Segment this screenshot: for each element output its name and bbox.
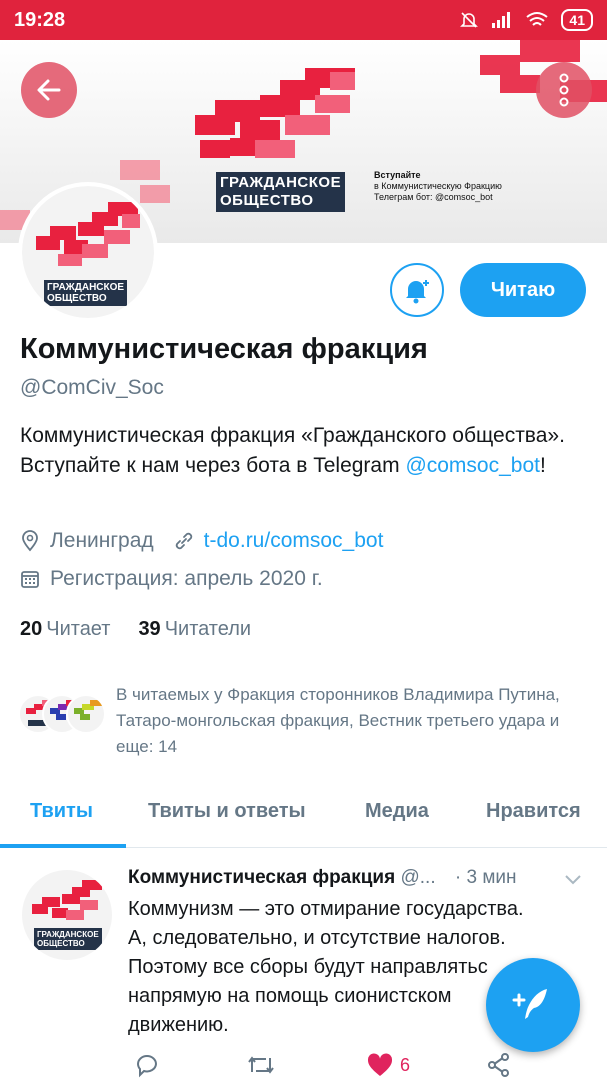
more-options-button[interactable]	[536, 62, 592, 118]
avatar-logo: ГРАЖДАНСКОЕ ОБЩЕСТВО	[44, 280, 128, 306]
tweet-author[interactable]: Коммунистическая фракция	[128, 867, 395, 888]
profile-meta-joined-row: Регистрация: апрель 2020 г.	[20, 567, 323, 591]
profile-stats: 20 Читает 39 Читатели	[20, 618, 251, 641]
bio-end: !	[539, 454, 546, 477]
status-time: 19:28	[14, 9, 66, 31]
followed-by-text: В читаемых у Фракция сторонников Владими…	[116, 685, 560, 756]
bio-link[interactable]: @comsoc_bot	[405, 454, 540, 477]
status-icons: 41	[459, 9, 593, 31]
followers-count: 39	[138, 618, 161, 640]
tab-likes[interactable]: Нравится	[486, 800, 581, 823]
following-stat[interactable]: 20 Читает	[20, 618, 110, 641]
avatar-logo-line1: ГРАЖДАНСКОЕ	[47, 282, 125, 293]
banner-note-line3: Телеграм бот: @comsoc_bot	[374, 192, 493, 202]
compose-feather-icon	[512, 989, 547, 1019]
arrow-left-icon	[37, 79, 61, 101]
followers-stat[interactable]: 39 Читатели	[138, 618, 251, 641]
tab-tweets-replies[interactable]: Твиты и ответы	[148, 800, 306, 823]
tweet-menu-button[interactable]	[562, 868, 584, 895]
reply-icon	[136, 1055, 158, 1078]
signal-icon	[492, 12, 511, 28]
battery-indicator: 41	[561, 9, 593, 31]
banner-logo-line1: ГРАЖДАНСКОЕ	[220, 174, 342, 191]
status-bar: 19:28 41	[0, 0, 607, 40]
more-vertical-icon	[559, 73, 569, 107]
profile-name: Коммунистическая фракция	[20, 333, 428, 365]
banner-note: Вступайте в Коммунистическую Фракцию Тел…	[374, 170, 502, 203]
tweet-header: Коммунистическая фракция @... · 3 мин	[128, 867, 598, 889]
retweet-button[interactable]	[246, 1052, 276, 1078]
tweet-actions: 6	[134, 1052, 594, 1080]
location-text: Ленинград	[50, 529, 154, 552]
notifications-button[interactable]	[390, 263, 444, 317]
website-link[interactable]: t-do.ru/comsoc_bot	[204, 529, 384, 553]
banner-note-line2: в Коммунистическую Фракцию	[374, 181, 502, 191]
bell-plus-icon	[406, 280, 429, 304]
avatar-logo-line2: ОБЩЕСТВО	[47, 293, 107, 304]
tab-media[interactable]: Медиа	[365, 800, 429, 823]
mute-bell-icon	[460, 12, 479, 28]
tweet-avatar-logo: ГРАЖДАНСКОЕ ОБЩЕСТВО	[34, 928, 102, 950]
active-tab-indicator	[0, 844, 126, 848]
calendar-icon	[20, 569, 40, 589]
banner-note-line1: Вступайте	[374, 170, 421, 180]
reply-button[interactable]	[134, 1052, 160, 1078]
profile-handle: @ComCiv_Soc	[20, 376, 164, 399]
profile-tabs: Твиты Твиты и ответы Медиа Нравится	[0, 784, 607, 848]
compose-tweet-button[interactable]	[486, 958, 580, 1052]
tweet-avatar-logo-line2: ОБЩЕСТВО	[37, 939, 85, 948]
tweet-avatar[interactable]: ГРАЖДАНСКОЕ ОБЩЕСТВО	[22, 870, 112, 960]
share-icon	[488, 1053, 509, 1077]
followers-label: Читатели	[164, 618, 252, 640]
like-count: 6	[400, 1054, 411, 1075]
share-button[interactable]	[486, 1052, 512, 1078]
banner-logo-line2: ОБЩЕСТВО	[220, 192, 314, 209]
following-button[interactable]: Читаю	[460, 263, 586, 317]
following-count: 20	[20, 618, 43, 640]
tweet-handle: @...	[400, 867, 436, 888]
like-button[interactable]: 6	[366, 1052, 410, 1078]
profile-bio: Коммунистическая фракция «Гражданского о…	[20, 421, 590, 481]
tweet-time: · 3 мин	[454, 867, 517, 888]
chevron-down-icon	[565, 875, 581, 885]
profile-avatar[interactable]: ГРАЖДАНСКОЕ ОБЩЕСТВО	[18, 182, 158, 322]
retweet-icon	[248, 1056, 274, 1074]
banner-logo: ГРАЖДАНСКОЕ ОБЩЕСТВО	[216, 172, 346, 212]
following-label: Читает	[46, 618, 111, 640]
wifi-icon	[526, 12, 549, 26]
profile-meta-location-row: Ленинград t-do.ru/comsoc_bot	[20, 529, 383, 553]
link-icon	[174, 531, 194, 551]
heart-icon	[367, 1053, 393, 1076]
back-button[interactable]	[21, 62, 77, 118]
joined-text: Регистрация: апрель 2020 г.	[50, 567, 323, 590]
mini-avatar	[66, 694, 106, 734]
location-pin-icon	[20, 530, 40, 552]
followed-by-avatars	[18, 692, 110, 736]
tweet-text: Коммунизм — это отмирание государства. А…	[128, 898, 524, 1036]
tweet-avatar-logo-line1: ГРАЖДАНСКОЕ	[37, 930, 99, 939]
avatar-background: ГРАЖДАНСКОЕ ОБЩЕСТВО	[22, 186, 154, 318]
tab-tweets[interactable]: Твиты	[30, 800, 93, 823]
